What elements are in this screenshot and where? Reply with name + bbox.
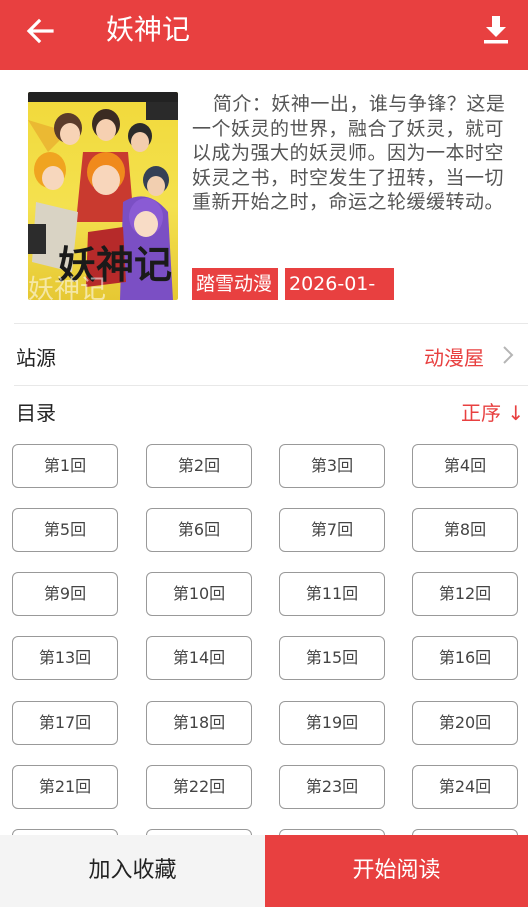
divider <box>14 323 528 324</box>
bottom-action-bar: 加入收藏 开始阅读 <box>0 835 528 907</box>
book-cover[interactable]: 妖神记 妖神记 <box>28 92 178 300</box>
episode-button[interactable]: 第22回 <box>146 765 252 809</box>
book-description: 简介：妖神一出，谁与争锋？这是一个妖灵的世界，融合了妖灵，就可以成为强大的妖灵师… <box>192 93 506 213</box>
divider <box>14 385 528 386</box>
svg-text:妖神记: 妖神记 <box>28 275 106 300</box>
episode-grid: 第1回 第2回 第3回 第4回 第5回 第6回 第7回 第8回 第9回 第10回… <box>12 444 522 835</box>
episode-button[interactable]: 第9回 <box>12 572 118 616</box>
episode-button[interactable]: 第1回 <box>12 444 118 488</box>
episode-button[interactable]: 第17回 <box>12 701 118 745</box>
chevron-right-icon[interactable] <box>500 343 516 367</box>
episode-button[interactable]: 第23回 <box>279 765 385 809</box>
add-to-favorites-button[interactable]: 加入收藏 <box>0 835 265 907</box>
episode-button[interactable]: 第21回 <box>12 765 118 809</box>
date-badge: 2026-01-07 <box>285 268 394 327</box>
episode-button[interactable]: 第24回 <box>412 765 518 809</box>
episode-button[interactable]: 第4回 <box>412 444 518 488</box>
episode-button[interactable]: 第13回 <box>12 636 118 680</box>
start-reading-button[interactable]: 开始阅读 <box>265 835 528 907</box>
episode-button[interactable]: 第20回 <box>412 701 518 745</box>
author-badge: 踏雪动漫 <box>192 268 278 300</box>
catalog-label: 目录 <box>16 401 56 425</box>
source-label: 站源 <box>16 346 56 370</box>
source-value[interactable]: 动漫屋 <box>424 342 484 371</box>
episode-button[interactable]: 第10回 <box>146 572 252 616</box>
episode-button[interactable]: 第15回 <box>279 636 385 680</box>
episode-button[interactable]: 第8回 <box>412 508 518 552</box>
episode-button[interactable]: 第19回 <box>279 701 385 745</box>
back-arrow-icon[interactable] <box>22 13 58 49</box>
download-icon[interactable] <box>480 12 512 48</box>
page-title: 妖神记 <box>106 13 191 46</box>
episode-button[interactable]: 第16回 <box>412 636 518 680</box>
episode-button[interactable]: 第12回 <box>412 572 518 616</box>
episode-button[interactable]: 第5回 <box>12 508 118 552</box>
episode-button[interactable]: 第3回 <box>279 444 385 488</box>
sort-order-toggle[interactable]: 正序 ↓ <box>461 397 524 426</box>
app-bar: 妖神记 <box>0 0 528 70</box>
episode-button[interactable]: 第11回 <box>279 572 385 616</box>
episode-button[interactable]: 第6回 <box>146 508 252 552</box>
episode-button[interactable]: 第7回 <box>279 508 385 552</box>
episode-button[interactable]: 第2回 <box>146 444 252 488</box>
episode-button[interactable]: 第14回 <box>146 636 252 680</box>
episode-button[interactable]: 第18回 <box>146 701 252 745</box>
